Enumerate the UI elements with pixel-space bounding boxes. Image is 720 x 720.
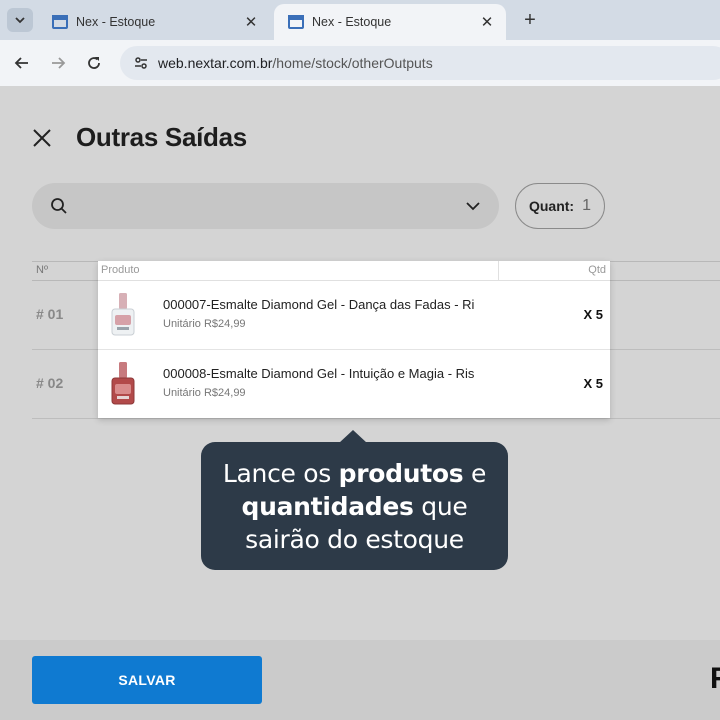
product-qty: X 5: [583, 307, 603, 322]
tooltip-text-3: que: [413, 491, 468, 521]
nail-polish-bottle-icon: [111, 362, 135, 405]
chevron-down-icon: [15, 17, 25, 24]
browser-nav-bar: web.nextar.com.br/home/stock/otherOutput…: [0, 40, 720, 86]
close-tab-icon[interactable]: ✕: [478, 13, 496, 31]
chevron-down-icon[interactable]: [465, 198, 481, 214]
tab-search-button[interactable]: [7, 8, 33, 32]
nex-favicon-icon: [52, 15, 68, 29]
tooltip-text-4: sairão do estoque: [245, 524, 464, 554]
reload-icon[interactable]: [82, 51, 106, 75]
tab-title: Nex - Estoque: [312, 15, 392, 29]
url-path: /home/stock/otherOutputs: [272, 55, 433, 71]
product-name: 000007-Esmalte Diamond Gel - Dança das F…: [163, 297, 475, 312]
product-unit-price: Unitário R$24,99: [163, 318, 246, 330]
product-search-input[interactable]: [32, 183, 499, 229]
row-number: # 02: [36, 375, 64, 391]
save-button[interactable]: SALVAR: [32, 656, 262, 704]
product-qty: X 5: [583, 376, 603, 391]
column-qty-header: Qtd: [588, 264, 606, 276]
back-arrow-icon[interactable]: [10, 51, 34, 75]
tab-title: Nex - Estoque: [76, 15, 156, 29]
onboarding-tooltip: Lance os produtos e quantidades que sairão…: [201, 430, 508, 570]
tooltip-text: Lance os produtos e quantidades que sairão…: [223, 457, 486, 556]
page-title: Outras Saídas: [76, 122, 247, 152]
footer-bar: SALVAR R: [0, 640, 720, 720]
product-option[interactable]: 000008-Esmalte Diamond Gel - Intuição e …: [98, 349, 610, 417]
url-host: web.nextar.com.br: [158, 55, 273, 71]
browser-tab-2[interactable]: Nex - Estoque ✕: [274, 4, 506, 40]
column-divider: [498, 261, 499, 281]
dropdown-header: Produto Qtd: [98, 261, 610, 281]
browser-tab-bar: Nex - Estoque ✕ Nex - Estoque ✕ +: [0, 0, 720, 40]
column-product-header: Produto: [101, 264, 140, 276]
close-icon[interactable]: [30, 126, 54, 150]
search-icon: [51, 198, 67, 214]
quantity-label: Quant:: [528, 198, 575, 214]
quantity-value: 1: [582, 197, 591, 214]
product-dropdown: Produto Qtd 000007-Esmalte Diamond Gel -…: [98, 261, 610, 418]
browser-tab-1[interactable]: Nex - Estoque ✕: [38, 4, 270, 40]
url-text: web.nextar.com.br/home/stock/otherOutput…: [158, 55, 433, 71]
address-bar[interactable]: web.nextar.com.br/home/stock/otherOutput…: [120, 46, 720, 80]
nex-favicon-icon: [288, 15, 304, 29]
tooltip-text-2: e: [463, 458, 487, 488]
new-tab-plus-icon[interactable]: +: [518, 8, 542, 32]
column-number-header: Nº: [36, 264, 48, 276]
tooltip-bold-1: produtos: [338, 458, 464, 488]
forward-arrow-icon[interactable]: [46, 51, 70, 75]
product-unit-price: Unitário R$24,99: [163, 387, 246, 399]
tooltip-bold-2: quantidades: [241, 491, 414, 521]
tooltip-text-1: Lance os: [222, 458, 339, 488]
close-tab-icon[interactable]: ✕: [242, 13, 260, 31]
product-option[interactable]: 000007-Esmalte Diamond Gel - Dança das F…: [98, 281, 610, 349]
quantity-field[interactable]: Quant: 1: [515, 183, 605, 229]
row-number: # 01: [36, 306, 64, 322]
site-settings-icon[interactable]: [128, 50, 154, 76]
product-name: 000008-Esmalte Diamond Gel - Intuição e …: [163, 366, 475, 381]
footer-total-label: R: [710, 662, 720, 696]
nail-polish-bottle-icon: [111, 293, 135, 336]
